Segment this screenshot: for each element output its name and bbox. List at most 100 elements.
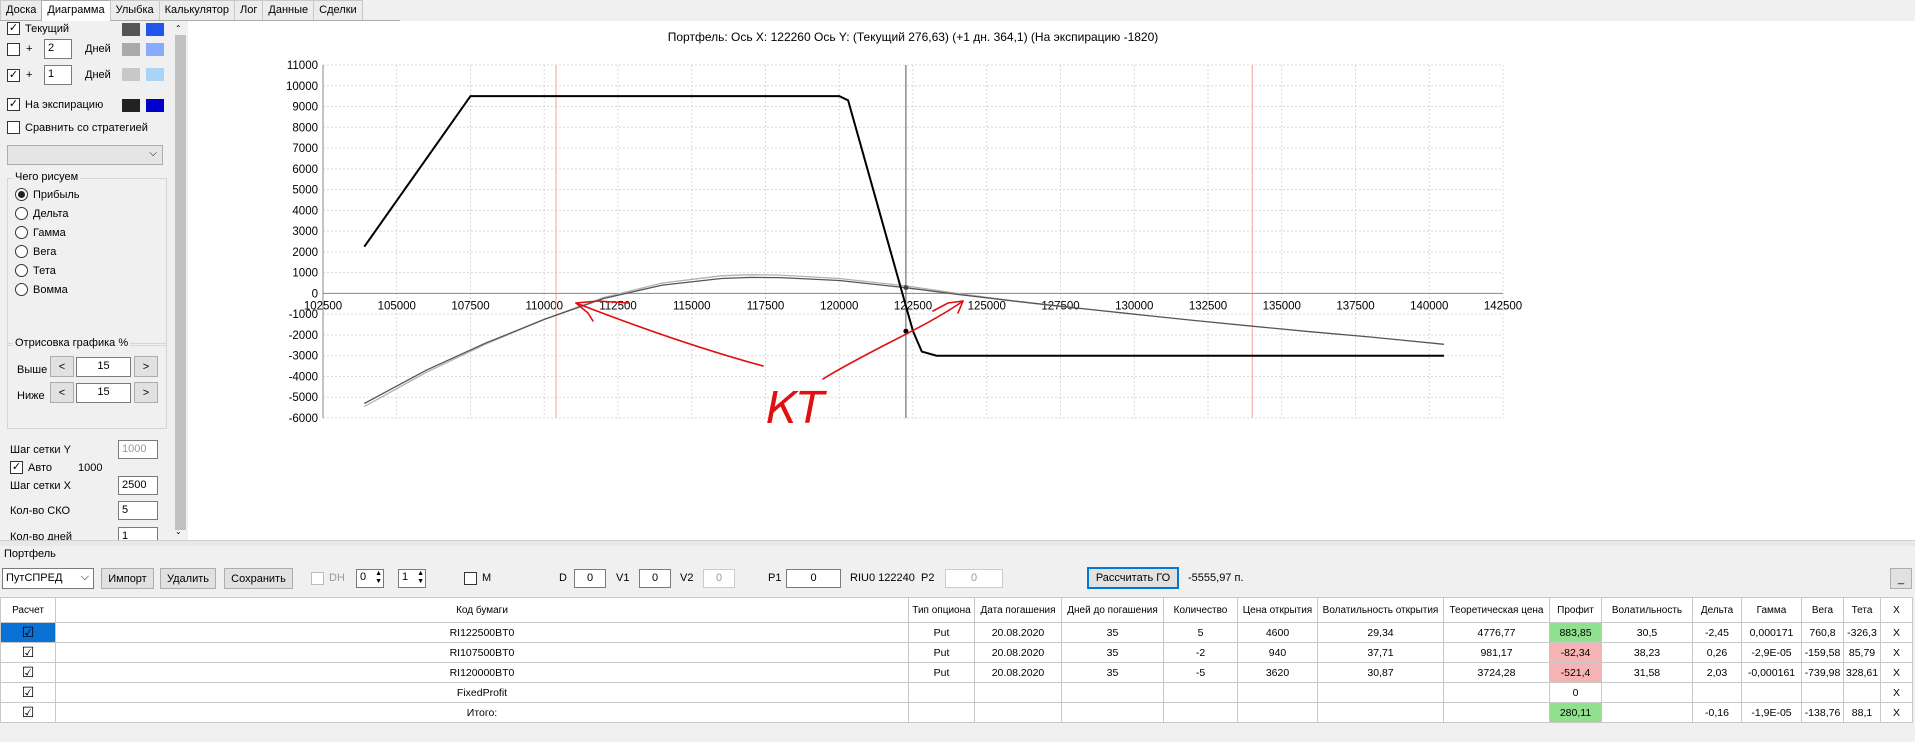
expiry-color-swatch-2[interactable] [146,99,164,112]
save-button[interactable]: Сохранить [224,568,293,589]
column-header[interactable]: Гамма [1741,597,1802,623]
table-row[interactable]: ☑ Итого: 280,11 -0,16 -1,9E-05 -138,76 88,1 X [0,702,1913,723]
plus-days-input-1[interactable]: 2 [44,39,72,59]
plus1-color-swatch[interactable] [122,43,140,56]
strategy-compare-dropdown[interactable]: ⌵ [7,145,163,165]
radio-button-2[interactable] [15,226,28,239]
import-button[interactable]: Импорт [101,568,154,589]
below-input[interactable]: 15 [76,383,131,403]
above-increase-button[interactable]: > [134,356,158,377]
scroll-down-icon[interactable]: ⌄ [175,527,182,536]
tab-4[interactable]: Лог [234,0,264,20]
row-checkbox[interactable]: ☑ [0,702,56,723]
dh-spinner-2[interactable]: 1 ▲ ▼ [398,569,426,588]
delete-row-button[interactable]: X [1880,622,1913,643]
days-label-1: Дней [85,43,111,55]
tab-1[interactable]: Диаграмма [41,0,111,21]
column-header[interactable]: Дата погашения [974,597,1062,623]
radio-button-1[interactable] [15,207,28,220]
above-input[interactable]: 15 [76,357,131,377]
sko-input[interactable]: 5 [118,501,158,520]
row-checkbox[interactable]: ☑ [0,622,56,643]
radio-row-1[interactable]: Дельта [15,207,69,220]
plus-days-input-2[interactable]: 1 [44,65,72,85]
spin-arrows-icon[interactable]: ▲ ▼ [417,570,424,586]
v2-input[interactable]: 0 [703,569,735,588]
payoff-chart-svg[interactable]: Портфель: Ось X: 122260 Ось Y: (Текущий … [188,21,1915,540]
row-checkbox[interactable]: ☑ [0,662,56,683]
radio-row-4[interactable]: Тета [15,264,56,277]
plus-days-checkbox-1[interactable] [7,42,20,56]
current-color-swatch-2[interactable] [146,23,164,36]
tab-0[interactable]: Доска [0,0,43,20]
spin-arrows-icon[interactable]: ▲ ▼ [375,570,382,586]
row-checkbox[interactable]: ☑ [0,642,56,663]
radio-button-5[interactable] [15,283,28,296]
radio-row-2[interactable]: Гамма [15,226,66,239]
table-row[interactable]: ☑ RI107500BT0 Put 20.08.2020 35 -2 940 37,71 981… [0,642,1913,663]
expiry-color-swatch[interactable] [122,99,140,112]
column-header[interactable]: Профит [1549,597,1602,623]
plus-days-checkbox-2[interactable]: ✓ [7,68,20,82]
column-header[interactable]: Цена открытия [1237,597,1318,623]
table-row[interactable]: ☑ RI122500BT0 Put 20.08.2020 35 5 4600 29,34 477… [0,622,1913,643]
strategy-select[interactable]: ПутСПРЕД ⌵ [2,568,94,589]
column-header[interactable]: Дельта [1692,597,1742,623]
current-checkbox[interactable]: ✓ [7,22,20,35]
column-header[interactable]: Волатильность открытия [1317,597,1444,623]
delete-row-button[interactable]: X [1880,662,1913,683]
compare-checkbox[interactable] [7,121,20,134]
column-header[interactable]: Вега [1801,597,1844,623]
p1-input[interactable]: 0 [786,569,841,588]
calculate-go-button[interactable]: Рассчитать ГО [1087,567,1179,589]
p2-input[interactable]: 0 [945,569,1003,588]
column-header[interactable]: X [1880,597,1913,623]
column-header[interactable]: Код бумаги [55,597,909,623]
scroll-up-icon[interactable]: ⌃ [175,24,182,33]
column-header[interactable]: Тип опциона [908,597,975,623]
current-color-swatch[interactable] [122,23,140,36]
days-count-input[interactable]: 1 [118,527,158,540]
column-header[interactable]: Теоретическая цена [1443,597,1550,623]
radio-button-0[interactable] [15,188,28,201]
d-input[interactable]: 0 [574,569,606,588]
grid-x-input[interactable]: 2500 [118,476,158,495]
radio-button-3[interactable] [15,245,28,258]
column-header[interactable]: Тета [1843,597,1881,623]
delete-row-button[interactable]: X [1880,702,1913,723]
plus1-color-swatch-2[interactable] [146,43,164,56]
v1-input[interactable]: 0 [639,569,671,588]
column-header[interactable]: Количество [1163,597,1238,623]
scrollbar-thumb[interactable] [175,35,186,530]
plus2-color-swatch[interactable] [122,68,140,81]
radio-row-5[interactable]: Вомма [15,283,68,296]
table-row[interactable]: ☑ RI120000BT0 Put 20.08.2020 35 -5 3620 30,87 37… [0,662,1913,683]
above-decrease-button[interactable]: < [50,356,74,377]
radio-row-0[interactable]: Прибыль [15,188,80,201]
m-checkbox[interactable] [464,572,477,585]
minimize-button[interactable]: _ [1890,568,1912,589]
tab-2[interactable]: Улыбка [109,0,160,20]
left-panel-scrollbar[interactable]: ⌃ ⌄ [173,21,188,540]
column-header[interactable]: Дней до погашения [1061,597,1164,623]
tab-6[interactable]: Сделки [313,0,363,20]
expiry-checkbox[interactable]: ✓ [7,98,20,111]
radio-button-4[interactable] [15,264,28,277]
column-header[interactable]: Расчет [0,597,56,623]
auto-checkbox[interactable]: ✓ [10,461,23,474]
row-checkbox[interactable]: ☑ [0,682,56,703]
dh-spinner-1[interactable]: 0 ▲ ▼ [356,569,384,588]
dh-checkbox[interactable] [311,572,324,585]
below-increase-button[interactable]: > [134,382,158,403]
delete-button[interactable]: Удалить [160,568,216,589]
column-header[interactable]: Волатильность [1601,597,1693,623]
tab-5[interactable]: Данные [262,0,315,20]
delete-row-button[interactable]: X [1880,682,1913,703]
tab-3[interactable]: Калькулятор [158,0,236,20]
table-row[interactable]: ☑ FixedProfit 0 X [0,682,1913,703]
radio-row-3[interactable]: Вега [15,245,56,258]
grid-y-input[interactable]: 1000 [118,440,158,459]
delete-row-button[interactable]: X [1880,642,1913,663]
plus2-color-swatch-2[interactable] [146,68,164,81]
below-decrease-button[interactable]: < [50,382,74,403]
